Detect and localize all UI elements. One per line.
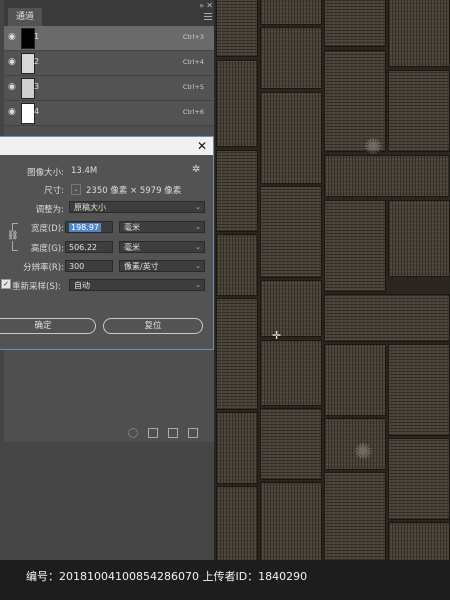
chevron-down-icon: ⌄ [195, 243, 201, 251]
channel-thumbnail [21, 28, 35, 49]
channel-row[interactable]: ◉ 4 Ctrl+6 [4, 101, 214, 126]
image-canvas[interactable]: ✺ ✺ [214, 0, 450, 600]
eye-visibility-icon[interactable]: ◉ [8, 108, 18, 117]
fit-to-value: 原稿大小 [74, 203, 106, 212]
eye-visibility-icon[interactable]: ◉ [8, 58, 18, 67]
channel-row[interactable]: ◉ 3 Ctrl+5 [4, 76, 214, 101]
channel-row[interactable]: ◉ 2 Ctrl+4 [4, 51, 214, 76]
width-input[interactable]: 198.97 [65, 221, 113, 233]
reset-button[interactable]: 复位 [103, 318, 203, 334]
load-selection-icon[interactable] [128, 428, 138, 438]
image-size-label: 图像大小: [27, 168, 64, 178]
dimensions-value: 2350 像素 × 5979 像素 [86, 186, 182, 196]
channel-name: 3 [34, 82, 40, 91]
collapse-panel-icon[interactable]: » [199, 1, 204, 10]
eye-visibility-icon[interactable]: ◉ [8, 83, 18, 92]
fit-to-label: 调整为: [35, 205, 64, 215]
resolution-input[interactable]: 300 [65, 260, 113, 272]
channel-thumbnail [21, 103, 35, 124]
height-label: 高度(G): [30, 244, 64, 254]
image-size-value: 13.4M [71, 166, 98, 176]
chevron-down-icon: ⌄ [195, 203, 201, 211]
resolution-unit-value: 像素/英寸 [124, 262, 159, 271]
resample-checkbox[interactable]: ✓ [1, 279, 11, 289]
width-unit-value: 毫米 [124, 223, 140, 232]
width-value: 198.97 [69, 223, 101, 232]
channel-thumbnail [21, 78, 35, 99]
height-unit-value: 毫米 [124, 243, 140, 252]
channel-shortcut: Ctrl+5 [182, 83, 204, 91]
channel-thumbnail [21, 53, 35, 74]
channel-list: ◉ 1 Ctrl+3 ◉ 2 Ctrl+4 ◉ 3 Ctrl+5 ◉ 4 Ctrl+6 [4, 26, 214, 126]
panel-footer-toolbar [4, 422, 214, 442]
new-channel-icon[interactable] [168, 428, 178, 438]
resample-value: 自动 [74, 281, 90, 290]
dialog-title-bar: ✕ [0, 137, 213, 155]
site-logo-watermark: ✺ [354, 440, 373, 465]
panel-menu-icon[interactable] [204, 13, 212, 20]
chevron-down-icon: ⌄ [195, 223, 201, 231]
height-input[interactable]: 506.22 [65, 241, 113, 253]
cursor-crosshair-icon: ✛ [272, 329, 282, 342]
channel-shortcut: Ctrl+4 [182, 58, 204, 66]
upload-info-text: 编号：20181004100854286070 上传者ID：1840290 [26, 570, 308, 583]
channel-row[interactable]: ◉ 1 Ctrl+3 [4, 26, 214, 51]
dimensions-dropdown-icon[interactable]: ⌄ [71, 184, 81, 195]
channel-name: 2 [34, 57, 40, 66]
site-logo-watermark: ✺ [364, 135, 383, 160]
save-selection-icon[interactable] [148, 428, 158, 438]
width-unit-select[interactable]: 毫米 ⌄ [119, 221, 205, 233]
height-unit-select[interactable]: 毫米 ⌄ [119, 241, 205, 253]
chevron-down-icon: ⌄ [195, 281, 201, 289]
resample-select[interactable]: 自动 ⌄ [69, 279, 205, 291]
close-icon[interactable]: ✕ [206, 1, 213, 10]
resolution-label: 分辨率(R): [23, 263, 64, 273]
settings-gear-icon[interactable]: ✲ [192, 164, 200, 175]
chevron-down-icon: ⌄ [195, 262, 201, 270]
resample-label: 重新采样(S): [12, 282, 61, 292]
close-icon[interactable]: ✕ [197, 138, 207, 154]
width-label: 宽度(D): [30, 224, 64, 234]
dimensions-label: 尺寸: [44, 186, 64, 196]
fit-to-select[interactable]: 原稿大小 ⌄ [69, 201, 205, 213]
tab-channels[interactable]: 通道 [8, 8, 43, 26]
channel-name: 4 [34, 107, 40, 116]
resolution-unit-select[interactable]: 像素/英寸 ⌄ [119, 260, 205, 272]
channel-name: 1 [34, 32, 40, 41]
panel-tab-bar: 通道 » ✕ [4, 0, 214, 26]
channel-shortcut: Ctrl+6 [182, 108, 204, 116]
ok-button[interactable]: 确定 [0, 318, 96, 334]
eye-visibility-icon[interactable]: ◉ [8, 33, 18, 42]
channel-shortcut: Ctrl+3 [182, 33, 204, 41]
image-size-dialog: ✕ 图像大小: 13.4M ✲ 尺寸: ⌄ 2350 像素 × 5979 像素 … [0, 136, 214, 350]
trash-icon[interactable] [188, 428, 198, 438]
